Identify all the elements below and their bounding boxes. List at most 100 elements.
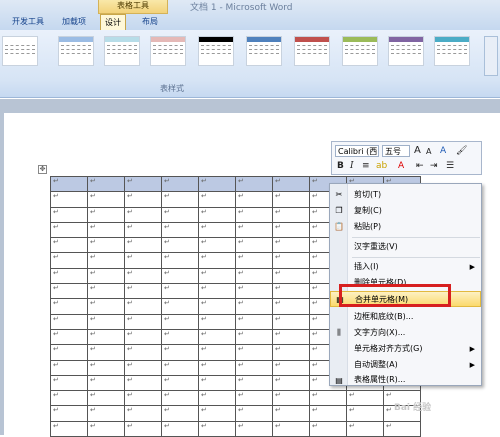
table-move-handle-icon[interactable]: ✥ [38,165,47,174]
table-cell[interactable]: ↵ [161,191,199,208]
table-cell[interactable]: ↵ [124,420,162,437]
font-color-icon[interactable]: A [440,145,446,157]
table-cell[interactable]: ↵ [198,175,236,193]
menu-item-reconvert[interactable]: 汉字重选(V) [330,239,481,255]
tab-layout[interactable]: 布局 [138,14,162,30]
table-cell[interactable]: ↵ [161,405,199,422]
table-cell[interactable]: ↵ [235,313,273,330]
table-cell[interactable]: ↵ [383,420,421,437]
table-cell[interactable]: ↵ [161,206,199,223]
table-cell[interactable]: ↵ [272,175,310,193]
menu-item-text-direction[interactable]: ⫼ 文字方向(X)... [330,325,481,341]
table-cell[interactable]: ↵ [50,267,88,285]
table-cell[interactable]: ↵ [235,267,273,285]
decrease-indent-icon[interactable]: ⇤ [416,160,424,172]
menu-item-autofit[interactable]: 自动调整(A) ▶ [330,357,481,373]
table-cell[interactable]: ↵ [198,298,236,315]
table-cell[interactable]: ↵ [124,221,162,239]
menu-item-borders-shading[interactable]: 边框和底纹(B)... [330,309,481,325]
table-cell[interactable]: ↵ [50,298,88,315]
table-cell[interactable]: ↵ [272,390,310,407]
table-cell[interactable]: ↵ [161,298,199,315]
table-cell[interactable]: ↵ [87,267,125,285]
table-cell[interactable]: ↵ [272,298,310,315]
table-cell[interactable]: ↵ [235,283,273,300]
table-cell[interactable]: ↵ [161,252,199,269]
table-cell[interactable]: ↵ [198,374,236,392]
table-cell[interactable]: ↵ [235,237,273,254]
font-name-box[interactable]: Calibri (西 [335,145,379,157]
table-cell[interactable]: ↵ [272,313,310,330]
table-cell[interactable]: ↵ [161,420,199,437]
table-cell[interactable]: ↵ [235,221,273,239]
table-cell[interactable]: ↵ [124,390,162,407]
table-cell[interactable]: ↵ [198,420,236,437]
table-cell[interactable]: ↵ [272,206,310,223]
table-cell[interactable]: ↵ [235,405,273,422]
table-cell[interactable]: ↵ [235,344,273,361]
table-cell[interactable]: ↵ [124,283,162,300]
table-cell[interactable]: ↵ [235,328,273,346]
table-cell[interactable]: ↵ [87,237,125,254]
table-cell[interactable]: ↵ [124,374,162,392]
table-cell[interactable]: ↵ [124,191,162,208]
table-style-1[interactable] [2,36,38,66]
table-style-10[interactable] [434,36,470,66]
table-cell[interactable]: ↵ [198,221,236,239]
table-cell[interactable]: ↵ [161,359,199,376]
table-style-9[interactable] [388,36,424,66]
menu-item-insert[interactable]: 插入(I) ▶ [330,259,481,275]
table-cell[interactable]: ↵ [124,359,162,376]
table-row[interactable]: ↵↵↵↵↵↵↵↵↵↵ [50,390,421,407]
table-cell[interactable]: ↵ [124,252,162,269]
table-cell[interactable]: ↵ [198,206,236,223]
table-cell[interactable]: ↵ [272,191,310,208]
table-style-5[interactable] [198,36,234,66]
table-cell[interactable]: ↵ [124,175,162,193]
table-cell[interactable]: ↵ [87,298,125,315]
table-cell[interactable]: ↵ [309,420,347,437]
table-cell[interactable]: ↵ [161,267,199,285]
table-cell[interactable]: ↵ [87,374,125,392]
table-cell[interactable]: ↵ [272,405,310,422]
table-style-7[interactable] [294,36,330,66]
table-cell[interactable]: ↵ [272,237,310,254]
table-cell[interactable]: ↵ [235,374,273,392]
table-cell[interactable]: ↵ [346,420,384,437]
table-cell[interactable]: ↵ [50,191,88,208]
table-row[interactable]: ↵↵↵↵↵↵↵↵↵↵ [50,405,421,422]
table-cell[interactable]: ↵ [50,283,88,300]
table-cell[interactable]: ↵ [87,359,125,376]
table-cell[interactable]: ↵ [198,267,236,285]
table-cell[interactable]: ↵ [309,390,347,407]
table-cell[interactable]: ↵ [50,206,88,223]
menu-item-table-properties[interactable]: ▤ 表格属性(R)... [330,373,481,387]
table-cell[interactable]: ↵ [235,359,273,376]
table-style-2[interactable] [58,36,94,66]
increase-indent-icon[interactable]: ⇥ [430,160,438,172]
center-align-icon[interactable]: ≡ [362,160,370,172]
table-cell[interactable]: ↵ [87,175,125,193]
grow-font-button[interactable]: A [414,145,421,157]
bullets-icon[interactable]: ☰ [446,160,454,172]
bold-button[interactable]: B [337,160,344,172]
table-cell[interactable]: ↵ [124,328,162,346]
format-painter-icon[interactable]: 🖌 [456,145,467,157]
table-cell[interactable]: ↵ [161,374,199,392]
table-cell[interactable]: ↵ [235,191,273,208]
table-cell[interactable]: ↵ [235,420,273,437]
table-cell[interactable]: ↵ [161,328,199,346]
highlight-icon[interactable]: ab [376,160,387,172]
table-cell[interactable]: ↵ [161,313,199,330]
table-cell[interactable]: ↵ [272,221,310,239]
table-cell[interactable]: ↵ [87,405,125,422]
table-cell[interactable]: ↵ [235,252,273,269]
table-cell[interactable]: ↵ [124,206,162,223]
table-cell[interactable]: ↵ [235,175,273,193]
tab-addins[interactable]: 加载项 [58,14,90,30]
table-cell[interactable]: ↵ [272,344,310,361]
font-size-box[interactable]: 五号 [382,145,410,157]
menu-item-cut[interactable]: ✂ 剪切(T) [330,187,481,203]
table-cell[interactable]: ↵ [50,359,88,376]
table-cell[interactable]: ↵ [161,344,199,361]
